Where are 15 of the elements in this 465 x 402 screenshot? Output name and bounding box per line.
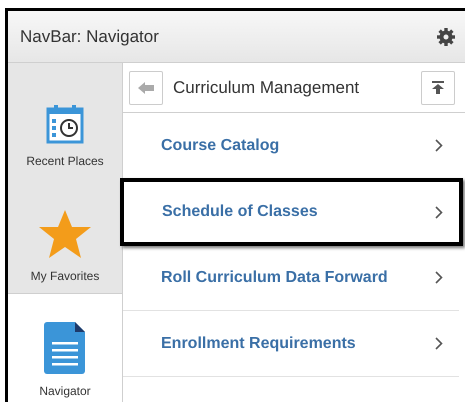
top-button[interactable] [421, 70, 455, 104]
sidebar-tab[interactable]: Navigator [8, 293, 122, 402]
back-arrow-icon [138, 82, 154, 94]
panel-title: Curriculum Management [173, 76, 360, 99]
calendar-clock-icon [46, 104, 84, 144]
window-title: NavBar: Navigator [20, 26, 159, 48]
chevron-right-icon [435, 139, 443, 152]
jump-to-top-icon [432, 81, 444, 94]
chevron-right-icon [435, 271, 443, 284]
chevron-right-icon [435, 206, 443, 218]
star-icon [38, 209, 92, 259]
chevron-right-icon [435, 337, 443, 350]
menu-item[interactable]: Schedule of Classes [120, 178, 463, 246]
settings-icon[interactable] [437, 28, 455, 46]
document-icon [44, 322, 86, 374]
